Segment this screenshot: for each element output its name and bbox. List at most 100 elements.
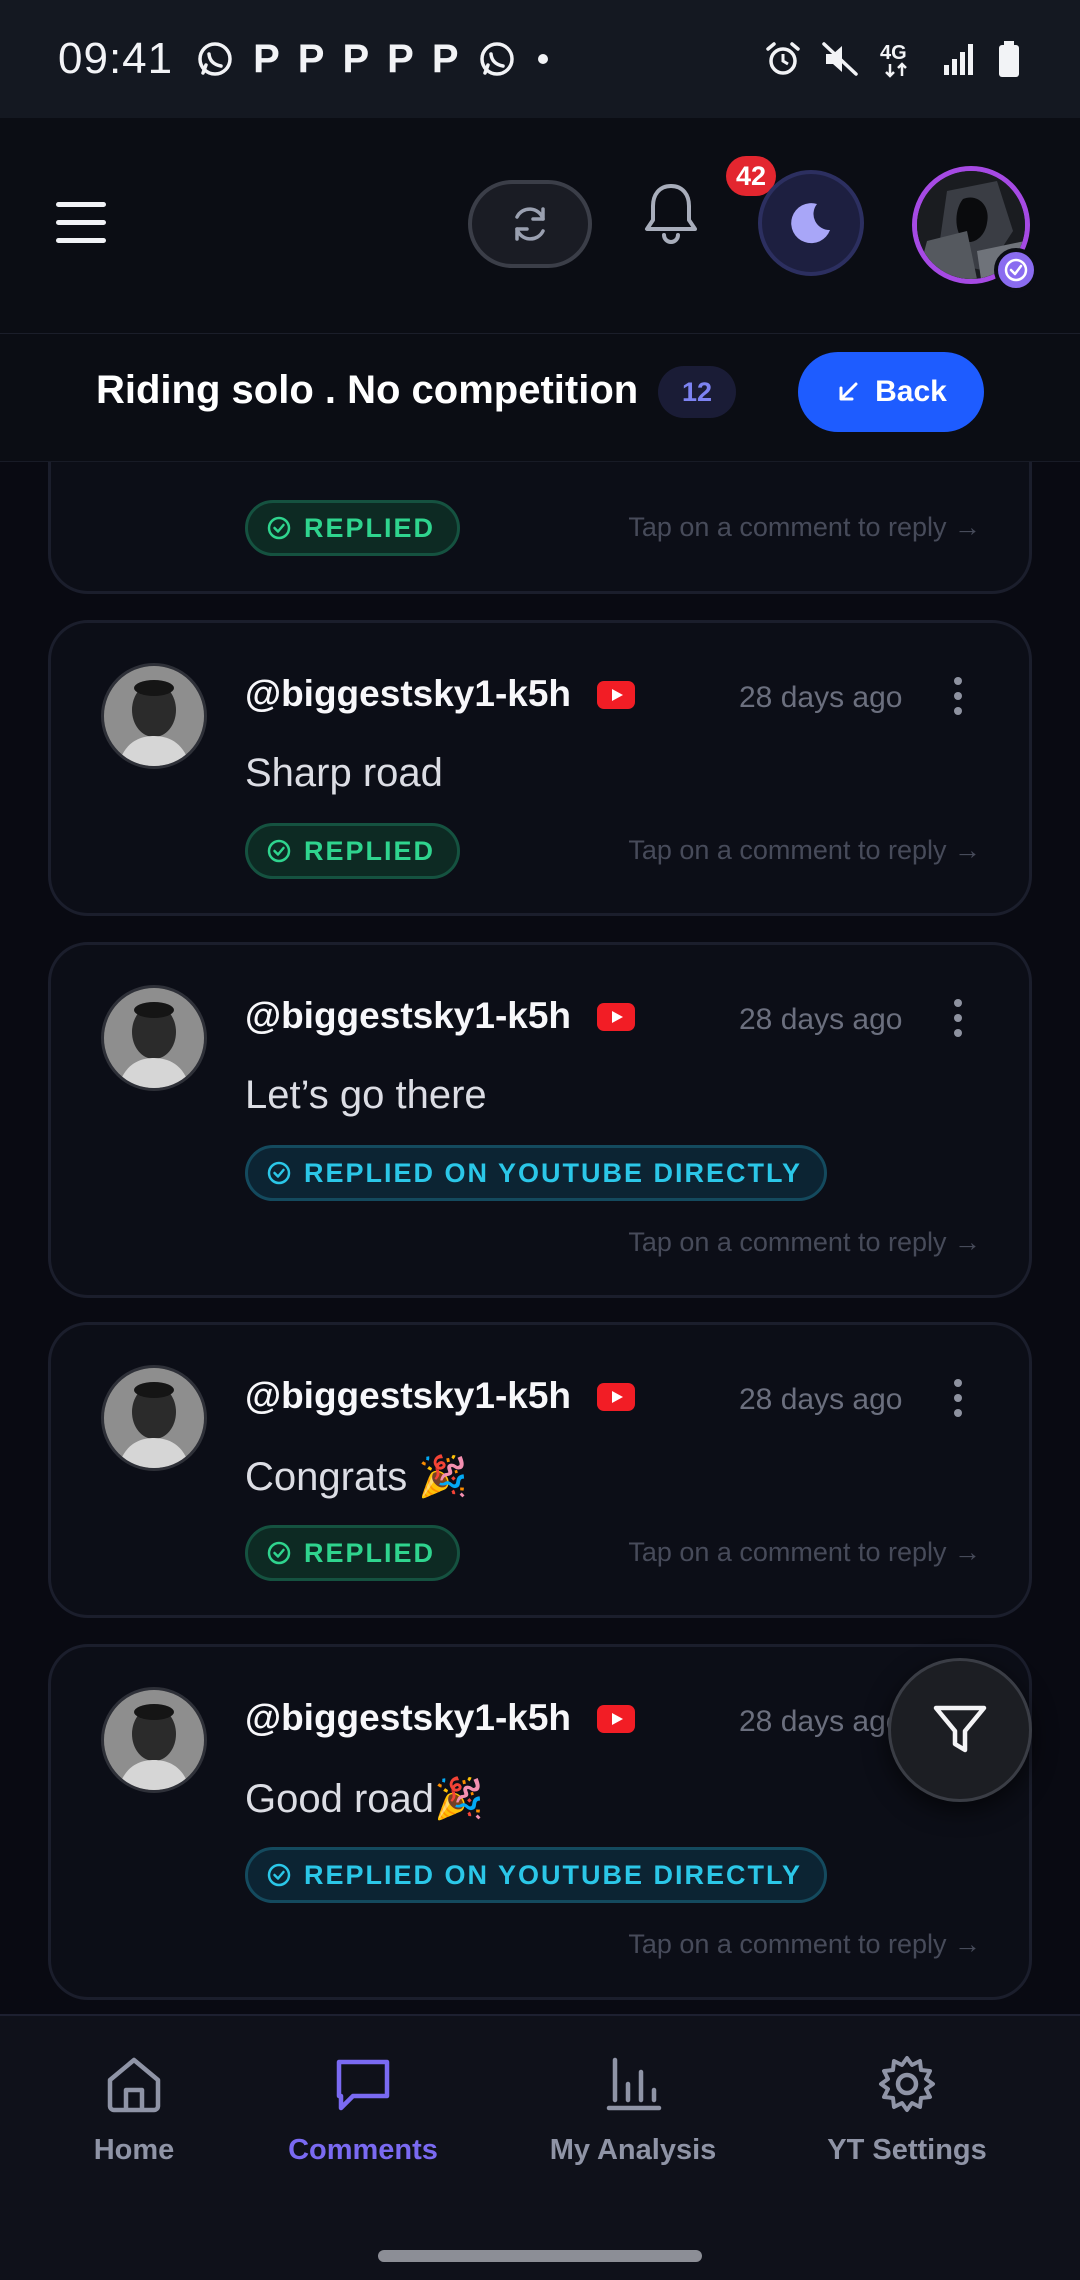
check-circle-icon [267, 839, 291, 863]
tap-hint: Tap on a comment to reply → [628, 1929, 981, 1959]
status-badge: REPLIED [245, 500, 461, 556]
app-screen: 09:41 P P P P P 4G 42 Riding solo . No c… [0, 0, 1080, 2280]
comment-time: 28 days ago [739, 1383, 903, 1416]
comment-text: Good road🎉 [245, 1777, 484, 1821]
comment-time: 28 days ago [739, 1003, 903, 1036]
signal-icon [942, 41, 978, 77]
whatsapp-icon [195, 39, 235, 79]
whatsapp-icon [477, 39, 517, 79]
home-icon [107, 2057, 161, 2113]
system-icons: 4G [764, 39, 1022, 79]
status-badge: REPLIED ON YOUTUBE DIRECTLY [245, 1145, 828, 1201]
tap-hint: Tap on a comment to reply → [628, 1227, 981, 1257]
check-circle-icon [267, 1541, 291, 1565]
youtube-icon [597, 681, 635, 709]
bottom-navigation: Home Comments My Analysis YT Settings [0, 2014, 1080, 2236]
tap-hint: Tap on a comment to reply → [628, 1537, 981, 1567]
filter-button[interactable] [888, 1658, 1032, 1802]
avatar [101, 1365, 207, 1471]
comment-card[interactable]: @biggestsky1-k5h 28 days ago Sharp road … [48, 620, 1032, 916]
avatar [101, 663, 207, 769]
p-icon: P [431, 36, 459, 81]
nav-item-home[interactable]: Home [82, 2052, 186, 2167]
tap-hint: Tap on a comment to reply → [628, 835, 981, 865]
status-label: REPLIED [304, 1537, 436, 1568]
avatar [101, 985, 207, 1091]
comment-text: Congrats 🎉 [245, 1455, 469, 1499]
refresh-button[interactable] [468, 180, 592, 268]
nav-item-yt-settings[interactable]: YT Settings [824, 2052, 990, 2167]
comment-username: @biggestsky1-k5h [245, 995, 572, 1036]
avatar [101, 1687, 207, 1793]
comment-card[interactable]: @biggestsky1-k5h 28 days ago Good road🎉 … [48, 1644, 1032, 2000]
back-button[interactable]: Back [798, 352, 984, 432]
bar-chart-icon [606, 2057, 662, 2111]
p-icon: P [342, 36, 370, 81]
status-badge: REPLIED [245, 823, 461, 879]
more-options-icon[interactable] [943, 1375, 973, 1421]
tap-hint: Tap on a comment to reply → [628, 512, 981, 542]
comment-username: @biggestsky1-k5h [245, 673, 572, 714]
youtube-icon [597, 1003, 635, 1031]
status-label: REPLIED [304, 835, 436, 866]
nav-label: YT Settings [827, 2134, 987, 2166]
app-header: 42 [0, 118, 1080, 334]
nav-label: Home [93, 2134, 175, 2166]
comment-card[interactable]: @biggestsky1-k5h 28 days ago Congrats 🎉 … [48, 1322, 1032, 1618]
more-options-icon[interactable] [943, 995, 973, 1041]
nav-label: My Analysis [549, 2134, 717, 2166]
p-icon: P [387, 36, 414, 81]
comment-username: @biggestsky1-k5h [245, 1697, 572, 1738]
p-icon: P [297, 36, 325, 81]
verified-icon [994, 248, 1038, 292]
status-badge: REPLIED ON YOUTUBE DIRECTLY [245, 1847, 828, 1903]
more-options-icon[interactable] [943, 673, 973, 719]
moon-icon [791, 203, 830, 244]
menu-line [56, 220, 106, 225]
youtube-icon [597, 1705, 635, 1733]
check-circle-icon [267, 516, 291, 540]
video-title-bar: Riding solo . No competition 12 Back [0, 334, 1080, 462]
svg-text:4G: 4G [880, 42, 907, 64]
menu-line [56, 238, 106, 243]
comment-time: 28 days ago [739, 1705, 903, 1738]
comment-text: Sharp road [245, 751, 443, 795]
menu-button[interactable] [56, 202, 106, 244]
status-label: REPLIED [304, 512, 436, 543]
battery-icon [996, 39, 1022, 79]
nav-item-my-analysis[interactable]: My Analysis [548, 2052, 718, 2167]
dot-icon [535, 51, 551, 67]
status-bar: 09:41 P P P P P 4G [0, 0, 1080, 118]
status-badge: REPLIED [245, 1525, 461, 1581]
bell-icon [645, 184, 697, 244]
p-icon: P [253, 36, 280, 81]
nav-label: Comments [288, 2134, 438, 2166]
youtube-icon [597, 1383, 635, 1411]
comment-text: Let’s go there [245, 1073, 487, 1117]
arrow-down-left-icon [839, 382, 858, 401]
comment-icon [336, 2059, 390, 2111]
back-label: Back [875, 375, 947, 408]
status-label: REPLIED ON YOUTUBE DIRECTLY [304, 1859, 803, 1890]
alarm-icon [764, 40, 802, 78]
status-label: REPLIED ON YOUTUBE DIRECTLY [304, 1157, 803, 1188]
comment-username: @biggestsky1-k5h [245, 1375, 572, 1416]
home-gesture-bar[interactable] [378, 2250, 702, 2262]
4g-icon: 4G [878, 39, 924, 79]
notification-icons: P P P P P [195, 37, 550, 82]
comment-time: 28 days ago [739, 681, 903, 714]
comment-card[interactable]: @biggestsky1-k5h 28 days ago Let’s go th… [48, 942, 1032, 1298]
menu-line [56, 202, 106, 207]
filter-icon [933, 1705, 987, 1753]
check-circle-icon [267, 1863, 291, 1887]
gear-icon [879, 2056, 935, 2112]
check-circle-icon [267, 1161, 291, 1185]
status-time: 09:41 [58, 34, 174, 83]
mute-icon [820, 40, 860, 78]
theme-toggle-button[interactable] [758, 170, 864, 276]
notifications-button[interactable] [640, 180, 710, 260]
refresh-icon [515, 207, 545, 241]
video-title: Riding solo . No competition [96, 368, 639, 412]
comment-count-badge: 12 [658, 366, 736, 418]
nav-item-comments[interactable]: Comments [282, 2052, 444, 2167]
